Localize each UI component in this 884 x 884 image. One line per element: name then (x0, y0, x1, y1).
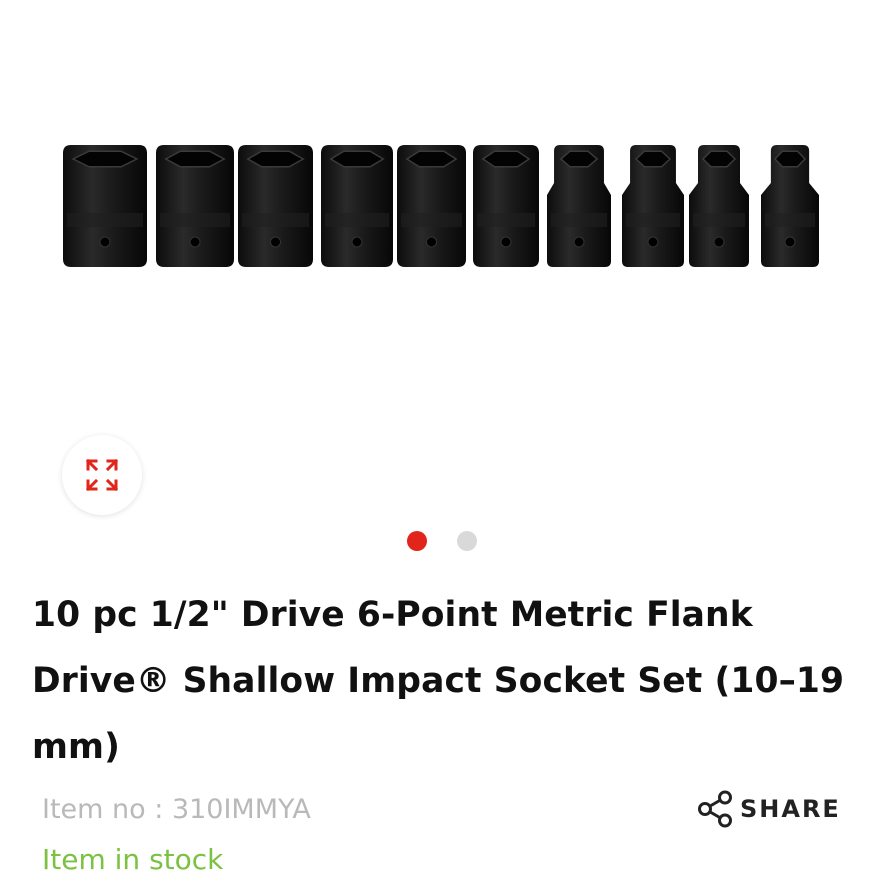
carousel-dots (0, 531, 884, 551)
socket-set-image (63, 145, 819, 267)
socket (156, 145, 234, 267)
zoom-button[interactable] (62, 435, 142, 515)
share-label: SHARE (740, 795, 841, 823)
expand-arrows-icon (85, 458, 119, 492)
product-gallery[interactable] (0, 0, 884, 560)
carousel-dot-2[interactable] (457, 531, 477, 551)
socket (321, 145, 393, 267)
socket (547, 145, 611, 267)
socket (473, 145, 539, 267)
socket (397, 145, 466, 267)
share-icon (698, 790, 732, 828)
item-number: Item no : 310IMMYA (42, 794, 311, 825)
socket (761, 145, 819, 267)
carousel-dot-1[interactable] (407, 531, 427, 551)
socket (622, 145, 684, 267)
product-title: 10 pc 1/2" Drive 6-Point Metric Flank Dr… (32, 595, 845, 767)
share-button[interactable]: SHARE (696, 789, 841, 829)
socket (238, 145, 313, 267)
socket (689, 145, 749, 267)
stock-status: Item in stock (42, 843, 224, 876)
socket (63, 145, 147, 267)
